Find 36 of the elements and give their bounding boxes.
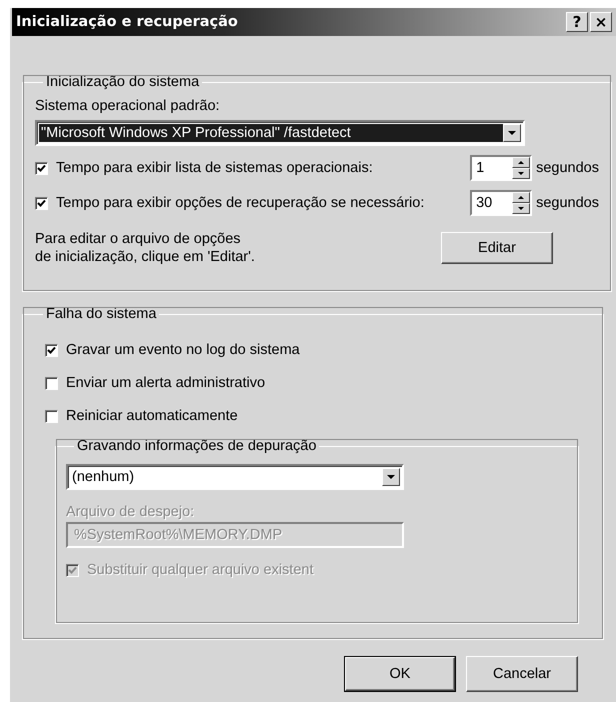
number-spin-field[interactable]: 1 [470,155,532,181]
field-label: Arquivo de despejo: [66,504,196,520]
spin-down-button[interactable] [512,203,530,214]
spin-up-button[interactable] [512,192,530,203]
help-button[interactable]: ? [566,12,588,32]
group-title: Inicialização do sistema [45,74,200,90]
number-spin-field[interactable]: 30 [470,190,532,216]
close-button[interactable]: × [590,12,612,32]
spin-up-button[interactable] [512,157,530,168]
field-label: Sistema operacional padrão: [35,98,221,114]
cancel-button[interactable]: Cancelar [466,656,578,692]
checkbox-label[interactable]: Gravar um evento no log do sistema [66,342,300,358]
dropdown-value: "Microsoft Windows XP Professional" /fastdetect [39,124,503,142]
checkbox-label[interactable]: Tempo para exibir opções de recuperação se necessário: [56,195,470,211]
checkbox-label[interactable]: Reiniciar automaticamente [66,408,238,424]
checkbox[interactable] [45,410,58,422]
group-title: Gravando informações de depuração [76,438,318,454]
checkbox[interactable] [45,376,58,390]
os-dropdown[interactable]: "Microsoft Windows XP Professional" /fastdetect [35,120,525,146]
checkbox[interactable] [35,196,48,210]
dropdown-arrow-button[interactable] [503,124,521,142]
window-title: Inicialização e recuperação [16,14,238,30]
unit-label: segundos [536,195,599,211]
ok-button[interactable]: OK [344,656,456,692]
dropdown-arrow-button[interactable] [382,468,400,486]
dropdown-value: (nenhum) [71,468,136,486]
spin-down-button[interactable] [512,168,530,179]
debug-type-dropdown[interactable]: (nenhum) [66,464,404,490]
group-title: Falha do sistema [45,306,158,322]
checkbox[interactable] [35,162,48,174]
checkbox-label[interactable]: Enviar um alerta administrativo [66,375,266,391]
checkbox[interactable] [45,344,58,356]
unit-label: segundos [536,160,599,176]
edit-button[interactable]: Editar [441,232,553,264]
edit-hint-text: Para editar o arquivo de opções de inicialização, clique em 'Editar'. [35,230,255,266]
checkbox-label[interactable]: Tempo para exibir lista de sistemas operacionais: [56,160,470,176]
